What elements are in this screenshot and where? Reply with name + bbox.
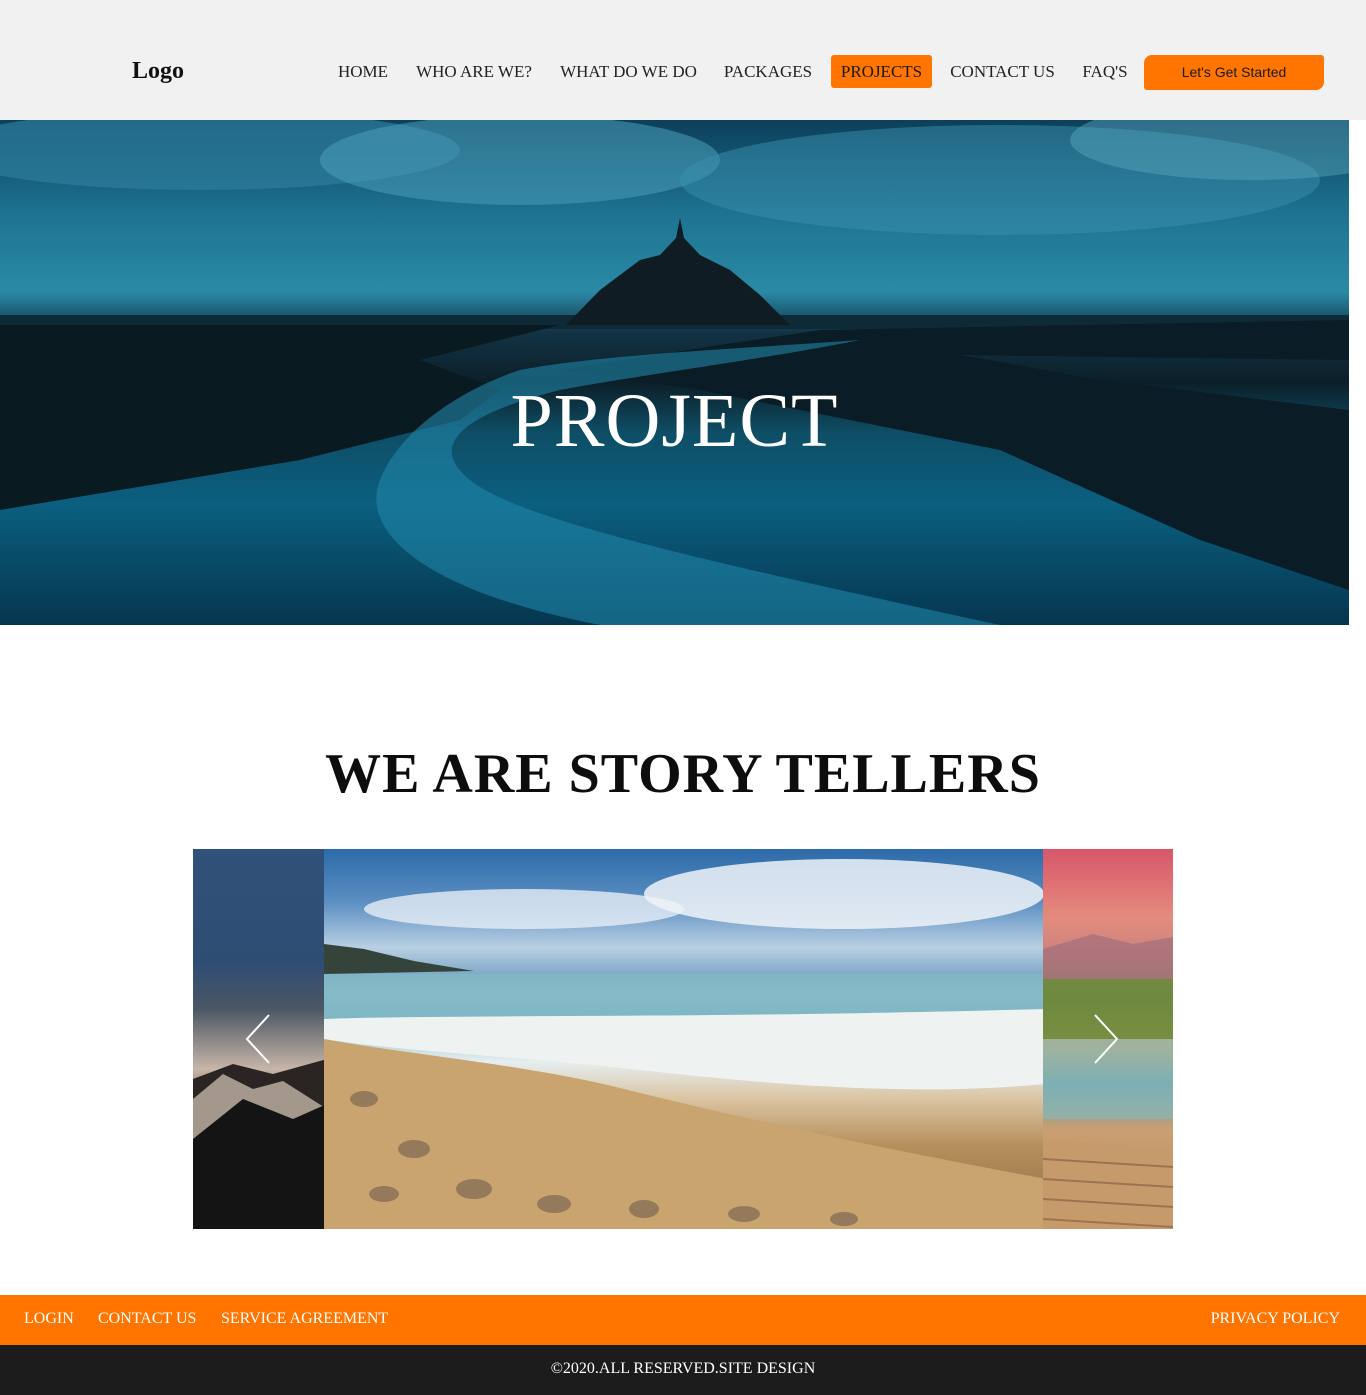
footer-links-bar: LOGIN CONTACT US SERVICE AGREEMENT PRIVA… [0, 1295, 1366, 1345]
nav-item-who-are-we[interactable]: WHO ARE WE? [408, 55, 540, 88]
carousel-slide-active[interactable] [324, 849, 1046, 1229]
footer-link-contact-us[interactable]: CONTACT US [98, 1295, 196, 1345]
footer-link-privacy-policy[interactable]: PRIVACY POLICY [1211, 1295, 1340, 1345]
section-title: WE ARE STORY TELLERS [325, 743, 1041, 805]
nav-item-packages[interactable]: PACKAGES [716, 55, 820, 88]
nav-item-faqs[interactable]: FAQ'S [1074, 55, 1136, 88]
copyright-bar: ©2020.ALL RESERVED.SITE DESIGN [0, 1345, 1366, 1395]
get-started-button[interactable]: Let's Get Started [1144, 55, 1324, 90]
nav-item-home[interactable]: HOME [329, 55, 397, 88]
footer-link-service-agreement[interactable]: SERVICE AGREEMENT [221, 1295, 388, 1345]
site-header: Logo HOME WHO ARE WE? WHAT DO WE DO PACK… [0, 0, 1366, 120]
hero-banner: PROJECT [0, 120, 1349, 625]
beach-image [324, 859, 1046, 1229]
footer-link-login[interactable]: LOGIN [24, 1295, 74, 1345]
chevron-left-icon [245, 1014, 270, 1064]
image-carousel[interactable] [193, 849, 1173, 1229]
chevron-right-icon [1094, 1014, 1119, 1064]
carousel-prev-button[interactable] [239, 1009, 279, 1069]
hero-title: PROJECT [510, 379, 839, 463]
nav-item-what-do-we-do[interactable]: WHAT DO WE DO [552, 55, 705, 88]
hero-landscape-image [0, 120, 1349, 625]
copyright-text: ©2020.ALL RESERVED.SITE DESIGN [550, 1360, 816, 1377]
carousel-next-button[interactable] [1085, 1009, 1125, 1069]
nav-item-projects[interactable]: PROJECTS [831, 55, 932, 88]
nav-item-contact-us[interactable]: CONTACT US [942, 55, 1063, 88]
